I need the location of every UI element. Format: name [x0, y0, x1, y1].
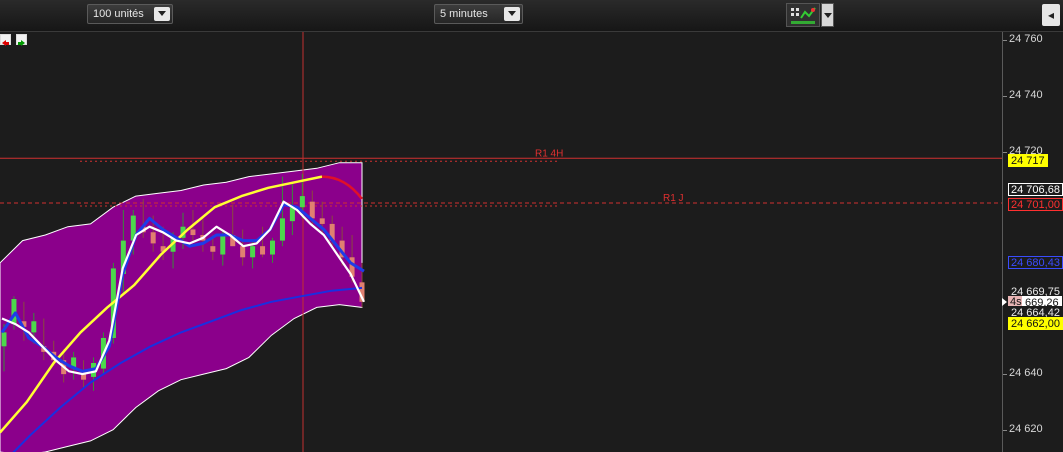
price-chart[interactable]: R1 4H R1 J [0, 32, 1002, 452]
price-tag: 24 706,68 [1008, 182, 1063, 196]
tick-mark [1003, 95, 1007, 97]
candle-body [240, 246, 246, 258]
candle-body [309, 201, 315, 219]
price-tag: 24 662,00 [1008, 316, 1063, 330]
tick-mark [1003, 374, 1007, 376]
tick-label: 24 640 [1009, 367, 1043, 380]
drawing-tools-button[interactable] [786, 3, 820, 27]
tick-mark [1003, 40, 1007, 42]
panel-toggle-button[interactable]: ◂ [1042, 4, 1060, 26]
toolbar: 100 unités 5 minutes ◂ [0, 0, 1063, 32]
interval-select[interactable]: 5 minutes [434, 4, 523, 24]
level-label: R1 4H [535, 148, 563, 159]
drawing-tools-icon [789, 6, 816, 24]
tick-label: 24 760 [1009, 33, 1043, 46]
candle-body [299, 196, 305, 208]
candle-body [1, 332, 7, 347]
candle-body [220, 235, 226, 255]
chevron-down-icon [154, 7, 170, 21]
candle-body [319, 218, 325, 224]
candle-body [260, 246, 266, 255]
panel-toggle-icon: ◂ [1047, 8, 1055, 22]
candle-body [250, 246, 256, 258]
chevron-down-icon [504, 7, 520, 21]
scroll-left-icon[interactable] [0, 34, 11, 46]
price-tag: 24 717 [1008, 153, 1048, 167]
interval-select-label: 5 minutes [440, 8, 488, 20]
candle-body [270, 240, 275, 255]
price-tag: 24 680,43 [1008, 255, 1063, 269]
candle-body [279, 218, 285, 241]
units-select[interactable]: 100 unités [87, 4, 173, 24]
candle-body [31, 321, 37, 333]
candle-body [210, 246, 216, 252]
scroll-right-icon[interactable] [16, 34, 27, 46]
current-price-marker [1002, 298, 1007, 307]
units-select-label: 100 unités [93, 8, 144, 20]
candle-body [190, 229, 196, 236]
drawing-tools-dropdown[interactable] [821, 3, 834, 27]
tick-mark [1003, 151, 1007, 153]
price-axis[interactable]: 24 760 24 740 24 720 24 640 24 620 24 717 24 7… [1002, 32, 1063, 452]
tick-label: 24 620 [1009, 422, 1043, 435]
candle-body [150, 232, 156, 244]
price-tag: 24 701,00 [1008, 198, 1063, 212]
tick-label: 24 740 [1009, 88, 1043, 101]
level-label: R1 J [663, 193, 684, 204]
tick-mark [1003, 429, 1007, 431]
